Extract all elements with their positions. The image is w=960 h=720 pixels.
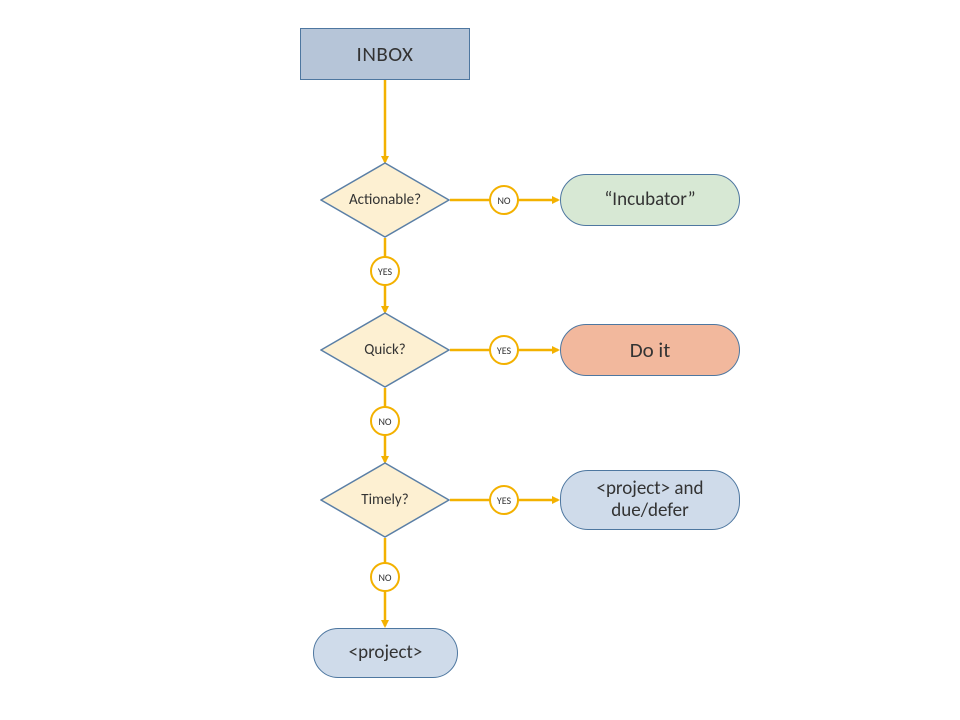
decision-quick: Quick? (320, 312, 450, 388)
flowchart: INBOX Actionable? Quick? Timely? “Incuba… (0, 0, 960, 720)
badge-actionable-yes: YES (370, 256, 400, 286)
badge-quick-yes-label: YES (497, 344, 511, 357)
badge-timely-no: NO (370, 562, 400, 592)
badge-actionable-no: NO (489, 185, 519, 215)
decision-timely: Timely? (320, 462, 450, 538)
decision-actionable-label: Actionable? (349, 191, 421, 209)
terminal-doit-label: Do it (630, 338, 671, 362)
terminal-doit: Do it (560, 324, 740, 376)
terminal-project-due-label: <project> and due/defer (577, 478, 723, 522)
badge-quick-yes: YES (489, 335, 519, 365)
decision-actionable: Actionable? (320, 162, 450, 238)
badge-actionable-no-label: NO (497, 194, 510, 207)
terminal-incubator-label: “Incubator” (604, 189, 695, 211)
badge-quick-no-label: NO (378, 415, 391, 428)
node-inbox-label: INBOX (357, 41, 414, 67)
terminal-project: <project> (313, 628, 458, 678)
badge-timely-yes-label: YES (497, 494, 511, 507)
terminal-project-label: <project> (349, 642, 423, 664)
badge-quick-no: NO (370, 406, 400, 436)
badge-actionable-yes-label: YES (378, 265, 392, 278)
decision-timely-label: Timely? (361, 491, 408, 509)
terminal-project-due: <project> and due/defer (560, 470, 740, 530)
arrows-layer (0, 0, 960, 720)
badge-timely-yes: YES (489, 485, 519, 515)
node-inbox: INBOX (300, 28, 470, 80)
terminal-incubator: “Incubator” (560, 174, 740, 226)
decision-quick-label: Quick? (364, 341, 406, 359)
badge-timely-no-label: NO (378, 571, 391, 584)
